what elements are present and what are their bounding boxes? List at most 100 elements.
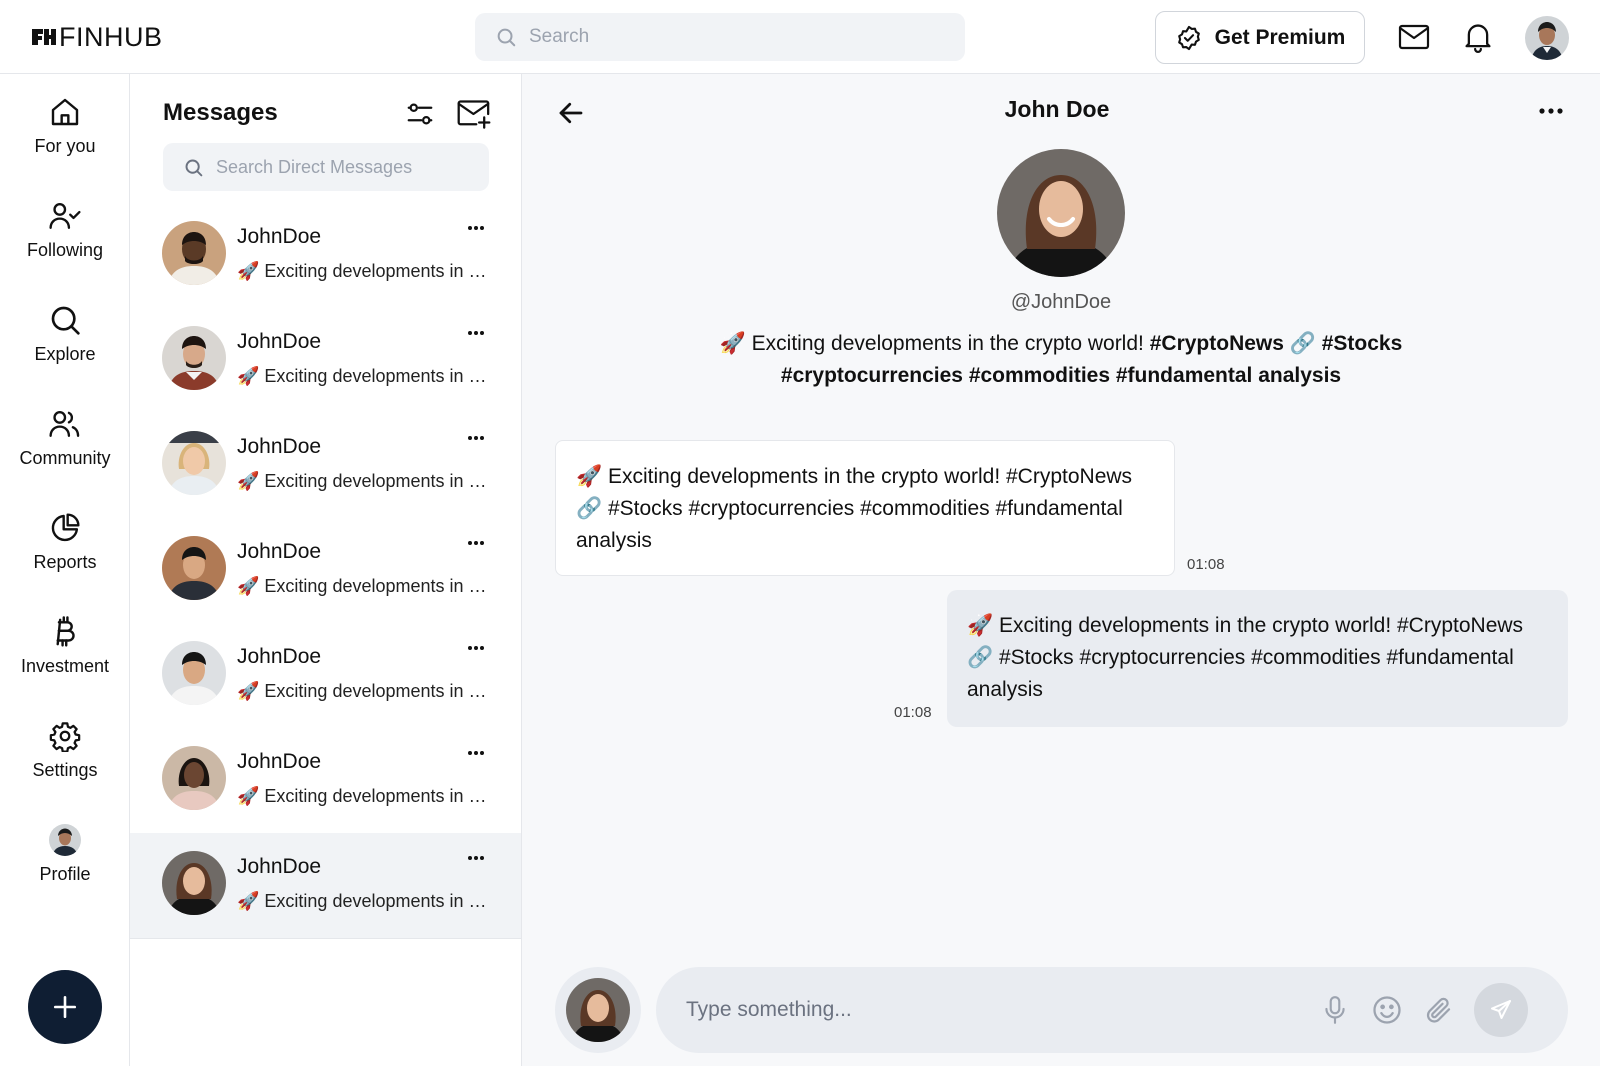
conversation-name: JohnDoe xyxy=(237,750,322,773)
plus-icon xyxy=(53,995,77,1019)
messages-panel: Messages JohnDoe 🚀 Exciting developments… xyxy=(130,74,522,1066)
conversation-preview: 🚀 Exciting developments in the crypto wo… xyxy=(237,576,491,596)
more-options-icon[interactable] xyxy=(1536,104,1566,118)
avatar xyxy=(162,851,226,915)
conversation-preview: 🚀 Exciting developments in the crypto wo… xyxy=(237,261,491,281)
conversation-item[interactable]: JohnDoe 🚀 Exciting developments in the c… xyxy=(130,623,521,729)
contact-avatar[interactable] xyxy=(997,149,1125,277)
message-input[interactable] xyxy=(686,991,1286,1029)
incoming-message-text: 🚀 Exciting developments in the crypto wo… xyxy=(576,465,1133,552)
conversation-item[interactable]: JohnDoe 🚀 Exciting developments in the c… xyxy=(130,728,521,834)
finhub-logo[interactable]: FINHUB xyxy=(31,22,163,52)
avatar xyxy=(566,978,630,1042)
conversation-item[interactable]: JohnDoe 🚀 Exciting developments in the c… xyxy=(130,308,521,414)
bio-text: 🚀 Exciting developments in the crypto wo… xyxy=(719,332,1144,355)
global-search[interactable] xyxy=(475,13,965,61)
compose-message-icon[interactable] xyxy=(457,98,491,130)
conversation-item[interactable]: JohnDoe 🚀 Exciting developments in the c… xyxy=(130,413,521,519)
avatar xyxy=(162,536,226,600)
microphone-icon[interactable] xyxy=(1318,993,1352,1027)
conversation-preview: 🚀 Exciting developments in the crypto wo… xyxy=(237,366,491,386)
contact-handle: @JohnDoe xyxy=(1010,291,1112,313)
more-options-icon[interactable] xyxy=(463,431,489,443)
finhub-logo-icon xyxy=(32,29,56,45)
conversation-preview: 🚀 Exciting developments in the crypto wo… xyxy=(237,681,491,701)
nav-label: Reports xyxy=(33,552,97,572)
global-search-input[interactable] xyxy=(529,26,929,48)
messages-title: Messages xyxy=(163,99,278,126)
emoji-icon[interactable] xyxy=(1370,993,1404,1027)
conversation-name: JohnDoe xyxy=(237,435,322,458)
nav-item-investment[interactable]: Investment xyxy=(0,610,130,700)
bell-icon[interactable] xyxy=(1461,20,1495,54)
send-button[interactable] xyxy=(1474,983,1528,1037)
brand-name: FINHUB xyxy=(59,21,163,52)
conversation-name: JohnDoe xyxy=(237,330,322,353)
nav-label: Community xyxy=(19,448,111,468)
avatar xyxy=(162,641,226,705)
chat-panel: John Doe @JohnDoe 🚀 Exciting development… xyxy=(522,74,1600,1066)
incoming-message-time: 01:08 xyxy=(1187,556,1225,573)
message-composer xyxy=(656,967,1568,1053)
dm-search[interactable] xyxy=(163,143,489,191)
nav-item-profile[interactable]: Profile xyxy=(0,818,130,908)
attachment-icon[interactable] xyxy=(1422,993,1456,1027)
avatar xyxy=(47,822,83,858)
get-premium-label: Get Premium xyxy=(1214,25,1346,49)
user-avatar[interactable] xyxy=(1525,16,1569,60)
bitcoin-icon xyxy=(47,614,83,650)
composer-avatar xyxy=(555,967,641,1053)
nav-label: Settings xyxy=(32,760,98,780)
nav-item-settings[interactable]: Settings xyxy=(0,714,130,804)
nav-label: Investment xyxy=(20,656,110,676)
gear-icon xyxy=(47,718,83,754)
avatar xyxy=(162,431,226,495)
user-check-icon xyxy=(47,198,83,234)
nav-item-reports[interactable]: Reports xyxy=(0,506,130,596)
nav-item-for-you[interactable]: For you xyxy=(0,90,130,180)
conversation-preview: 🚀 Exciting developments in the crypto wo… xyxy=(237,891,491,911)
avatar xyxy=(162,326,226,390)
nav-item-community[interactable]: Community xyxy=(0,402,130,492)
conversation-item[interactable]: JohnDoe 🚀 Exciting developments in the c… xyxy=(130,203,521,309)
create-post-button[interactable] xyxy=(28,970,102,1044)
left-navigation: For you Following Explore Community Repo… xyxy=(0,74,130,1066)
conversation-item-active[interactable]: JohnDoe 🚀 Exciting developments in the c… xyxy=(130,833,521,939)
outgoing-message: 🚀 Exciting developments in the crypto wo… xyxy=(947,590,1568,727)
outgoing-message-text: 🚀 Exciting developments in the crypto wo… xyxy=(967,614,1524,701)
get-premium-button[interactable]: Get Premium xyxy=(1155,11,1365,64)
nav-item-following[interactable]: Following xyxy=(0,194,130,284)
more-options-icon[interactable] xyxy=(463,536,489,548)
nav-item-explore[interactable]: Explore xyxy=(0,298,130,388)
conversation-item[interactable]: JohnDoe 🚀 Exciting developments in the c… xyxy=(130,518,521,624)
nav-label: Following xyxy=(26,240,104,260)
home-icon xyxy=(47,94,83,130)
verified-badge-icon xyxy=(1177,25,1200,50)
users-icon xyxy=(47,406,83,442)
search-icon xyxy=(47,302,83,338)
conversation-preview: 🚀 Exciting developments in the crypto wo… xyxy=(237,471,491,491)
chat-title: John Doe xyxy=(1004,96,1110,122)
filter-icon[interactable] xyxy=(405,99,435,129)
conversation-name: JohnDoe xyxy=(237,645,322,668)
more-options-icon[interactable] xyxy=(463,326,489,338)
nav-label: Explore xyxy=(34,344,96,364)
mail-icon[interactable] xyxy=(1397,20,1431,54)
nav-label: For you xyxy=(34,136,96,156)
avatar xyxy=(162,746,226,810)
search-icon xyxy=(185,159,203,176)
more-options-icon[interactable] xyxy=(463,851,489,863)
more-options-icon[interactable] xyxy=(463,221,489,233)
more-options-icon[interactable] xyxy=(463,641,489,653)
conversation-preview: 🚀 Exciting developments in the crypto wo… xyxy=(237,786,491,806)
dm-search-input[interactable] xyxy=(216,156,476,178)
more-options-icon[interactable] xyxy=(463,746,489,758)
conversation-name: JohnDoe xyxy=(237,540,322,563)
send-icon xyxy=(1491,1000,1511,1019)
incoming-message: 🚀 Exciting developments in the crypto wo… xyxy=(555,440,1175,576)
top-header: FINHUB Get Premium xyxy=(0,0,1600,74)
contact-bio: 🚀 Exciting developments in the crypto wo… xyxy=(692,328,1430,392)
pie-chart-icon xyxy=(47,510,83,546)
outgoing-message-time: 01:08 xyxy=(894,704,932,721)
conversation-name: JohnDoe xyxy=(237,225,322,248)
